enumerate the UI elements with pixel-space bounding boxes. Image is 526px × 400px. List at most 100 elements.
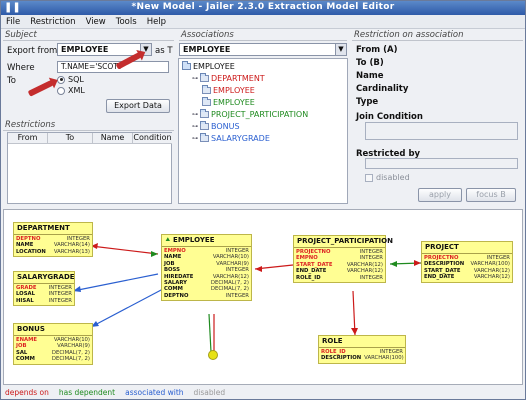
legend-item: depends on bbox=[5, 388, 49, 397]
entity-role[interactable]: ROLE ROLE_ID INTEGER DESCRIPTION VARCHAR(100… bbox=[318, 335, 406, 364]
to-b-label: To (B) bbox=[356, 58, 384, 68]
expand-toggle-icon[interactable]: ⊶ bbox=[192, 135, 198, 142]
join-condition-field bbox=[365, 122, 518, 140]
column-name: END_DATE bbox=[424, 274, 455, 281]
expand-toggle-icon[interactable]: ⊶ bbox=[192, 123, 198, 130]
column-type: VARCHAR(13) bbox=[53, 248, 90, 255]
table-folder-icon bbox=[202, 97, 211, 106]
entity-title: ⯅ EMPLOYEE bbox=[162, 235, 251, 247]
cardinality-label: Cardinality bbox=[356, 84, 409, 94]
tree-node[interactable]: EMPLOYEE bbox=[202, 97, 255, 107]
col-header-to[interactable]: To bbox=[48, 133, 93, 144]
format-xml-radio[interactable]: XML bbox=[57, 86, 85, 95]
disabled-checkbox-label: disabled bbox=[376, 173, 410, 182]
entity-column-row: HISAL INTEGER bbox=[16, 298, 72, 304]
export-data-button[interactable]: Export Data bbox=[106, 99, 170, 113]
column-name: LOCATION bbox=[16, 248, 46, 255]
table-folder-icon bbox=[200, 73, 209, 82]
tree-node[interactable]: ⊶ BONUS bbox=[192, 121, 240, 131]
expand-toggle-icon[interactable]: ⊶ bbox=[192, 111, 198, 118]
focus-node-icon: ⯅ bbox=[165, 236, 171, 244]
column-type: VARCHAR(12) bbox=[473, 274, 510, 281]
legend-item: has dependent bbox=[58, 388, 116, 397]
table-folder-icon bbox=[200, 121, 209, 130]
table-folder-icon bbox=[202, 85, 211, 94]
col-header-name[interactable]: Name bbox=[93, 133, 133, 144]
entity-salarygrade[interactable]: SALARYGRADE GRADE INTEGER LOSAL INTEGER HISAL… bbox=[13, 271, 75, 307]
entity-bonus[interactable]: BONUS ENAME VARCHAR(10) JOB VARCHAR(9) SAL DEC… bbox=[13, 323, 93, 365]
restricted-by-field bbox=[365, 158, 518, 169]
menu-tools[interactable]: Tools bbox=[111, 15, 142, 28]
entity-project-participation[interactable]: PROJECT_PARTICIPATION PROJECTNO INTEGER EMP… bbox=[293, 235, 393, 284]
to-label: To bbox=[7, 76, 16, 86]
entity-column-row: DESCRIPTION VARCHAR(100) bbox=[321, 355, 404, 362]
tree-node[interactable]: EMPLOYEE bbox=[182, 61, 235, 71]
association-tree[interactable]: EMPLOYEE ⊶ DEPARTMENT EMPLOYEE EMPLOYEE ⊶ PROJ… bbox=[178, 58, 348, 204]
column-type: INTEGER bbox=[359, 274, 383, 281]
tree-node-label: PROJECT_PARTICIPATION bbox=[211, 110, 309, 119]
entity-project[interactable]: PROJECT PROJECTNO INTEGER DESCRIPTION VARCHA… bbox=[421, 241, 513, 283]
edge-legend: depends on has dependent associated with di… bbox=[3, 387, 523, 399]
format-xml-label: XML bbox=[68, 86, 85, 95]
entity-department[interactable]: DEPARTMENT DEPTNO INTEGER NAME VARCHAR(14) LO… bbox=[13, 222, 93, 258]
entity-title: BONUS bbox=[14, 324, 92, 336]
column-name: DESCRIPTION bbox=[321, 355, 362, 362]
tree-node[interactable]: ⊶ DEPARTMENT bbox=[192, 73, 265, 83]
menu-file[interactable]: File bbox=[1, 15, 25, 28]
chevron-down-icon[interactable]: ▼ bbox=[335, 44, 346, 55]
col-header-from[interactable]: From bbox=[8, 133, 48, 144]
from-a-label: From (A) bbox=[356, 45, 398, 55]
tree-node-label: SALARYGRADE bbox=[211, 134, 270, 143]
table-folder-icon bbox=[200, 133, 209, 142]
menu-help[interactable]: Help bbox=[142, 15, 171, 28]
menu-bar: File Restriction View Tools Help bbox=[1, 15, 525, 29]
table-folder-icon bbox=[200, 109, 209, 118]
column-name: HISAL bbox=[16, 297, 34, 304]
restriction-on-association-pane: Restriction on association From (A) To (… bbox=[350, 30, 525, 206]
join-condition-label: Join Condition bbox=[356, 112, 423, 122]
tree-node[interactable]: ⊶ PROJECT_PARTICIPATION bbox=[192, 109, 309, 119]
where-condition-input[interactable]: T.NAME='SCOTT' bbox=[57, 61, 169, 73]
entity-employee[interactable]: ⯅ EMPLOYEE EMPNO INTEGER NAME VARCHAR(10) JOB… bbox=[161, 234, 252, 302]
entity-title-text: EMPLOYEE bbox=[173, 236, 215, 244]
main-window: ❚❚ *New Model - Jailer 2.3.0 Extraction … bbox=[0, 0, 526, 400]
export-from-label: Export from bbox=[7, 46, 58, 56]
subject-pane: Subject Export from EMPLOYEE ▼ as T Wher… bbox=[1, 30, 176, 206]
tree-node[interactable]: ⊶ SALARYGRADE bbox=[192, 133, 270, 143]
name-label: Name bbox=[356, 71, 384, 81]
tree-node[interactable]: EMPLOYEE bbox=[202, 85, 255, 95]
menu-restriction[interactable]: Restriction bbox=[25, 15, 80, 28]
column-type: INTEGER bbox=[48, 297, 72, 304]
restrictions-header: Restrictions bbox=[3, 120, 174, 131]
menu-view[interactable]: View bbox=[81, 15, 111, 28]
tree-node-label: BONUS bbox=[211, 122, 240, 131]
window-title: *New Model - Jailer 2.3.0 Extraction Mod… bbox=[131, 2, 395, 12]
checkbox-icon bbox=[365, 173, 373, 182]
as-t-label: as T bbox=[155, 46, 173, 56]
entity-title: PROJECT bbox=[422, 242, 512, 254]
restrictions-table[interactable]: From To Name Condition bbox=[7, 132, 172, 204]
association-table-select[interactable]: EMPLOYEE ▼ bbox=[179, 43, 347, 56]
format-sql-radio[interactable]: SQL bbox=[57, 75, 84, 84]
format-sql-label: SQL bbox=[68, 75, 84, 84]
focus-b-button[interactable]: focus B bbox=[466, 188, 516, 202]
column-name: COMM bbox=[16, 356, 35, 363]
expand-toggle-icon[interactable]: ⊶ bbox=[192, 75, 198, 82]
associations-header: Associations bbox=[179, 30, 347, 41]
tree-node-label: DEPARTMENT bbox=[211, 74, 265, 83]
tree-node-label: EMPLOYEE bbox=[213, 86, 255, 95]
column-name: ROLE_ID bbox=[296, 274, 321, 281]
apply-button[interactable]: apply bbox=[418, 188, 462, 202]
associations-pane: Associations EMPLOYEE ▼ EMPLOYEE ⊶ DEPARTM… bbox=[177, 30, 349, 206]
entity-title: DEPARTMENT bbox=[14, 223, 92, 235]
tree-node-label: EMPLOYEE bbox=[213, 98, 255, 107]
legend-item: disabled bbox=[193, 388, 226, 397]
disabled-checkbox[interactable]: disabled bbox=[365, 173, 410, 182]
column-name: DEPTNO bbox=[164, 292, 189, 299]
type-label: Type bbox=[356, 97, 379, 107]
tree-node-label: EMPLOYEE bbox=[193, 62, 235, 71]
col-header-condition[interactable]: Condition bbox=[133, 133, 172, 144]
entity-column-row: DEPTNO INTEGER bbox=[164, 293, 249, 299]
entity-column-row: END_DATE VARCHAR(12) bbox=[424, 274, 510, 280]
association-selected-value: EMPLOYEE bbox=[183, 45, 231, 54]
